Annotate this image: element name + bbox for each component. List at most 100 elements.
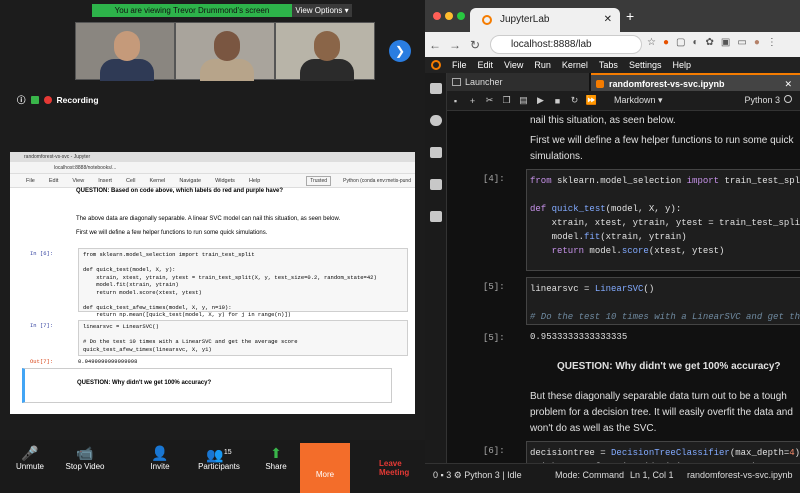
more-button[interactable]: More <box>300 443 350 493</box>
shared-code-cell-6[interactable]: from sklearn.model_selection import trai… <box>78 248 408 318</box>
extension-icon[interactable]: ● <box>663 37 669 48</box>
participants-button[interactable]: 👥15 Participants <box>192 440 246 493</box>
browser-tab-strip: JupyterLab ✕ + <box>425 0 800 32</box>
shared-menu-item: Widgets <box>215 178 235 184</box>
paste-icon[interactable]: ▤ <box>515 95 532 106</box>
shared-trusted-badge: Trusted <box>306 176 331 186</box>
mode-status: Mode: Command <box>555 470 625 480</box>
kernel-status: 0 ▪ 3 ⚙ Python 3 | Idle <box>433 470 522 480</box>
view-options-button[interactable]: View Options ▾ <box>292 4 352 17</box>
copy-icon[interactable]: ❐ <box>498 95 515 106</box>
wrench-icon[interactable] <box>430 179 442 190</box>
menu-file[interactable]: File <box>452 60 467 70</box>
shared-code-cell-7[interactable]: linearsvc = LinearSVC() # Do the test 10… <box>78 320 408 356</box>
tab-launcher[interactable]: Launcher <box>447 73 589 91</box>
cell-prompt-6: [6]: <box>483 446 505 456</box>
microphone-icon: 🎤 <box>21 445 39 461</box>
participant-video-3[interactable] <box>275 22 375 81</box>
zoom-control-bar: 🎤 Unmute 📹 Stop Video 👤 Invite 👥15 Participa… <box>0 440 425 493</box>
participants-icon: 👥15 <box>206 446 232 463</box>
stop-video-button[interactable]: 📹 Stop Video <box>60 440 110 493</box>
close-tab-icon[interactable]: ✕ <box>604 8 612 32</box>
menu-settings[interactable]: Settings <box>629 60 662 70</box>
maximize-window-icon[interactable] <box>457 12 465 20</box>
leave-meeting-button[interactable]: Leave Meeting <box>379 459 425 477</box>
shared-menu-item: Navigate <box>179 178 202 184</box>
invite-button[interactable]: 👤 Invite <box>140 440 180 493</box>
code-cell-5[interactable]: linearsvc = LinearSVC() # Do the test 10… <box>526 277 800 325</box>
shared-text-1: The above data are diagonally separable.… <box>76 216 341 222</box>
shared-out-prompt-7: Out[7]: <box>30 358 54 365</box>
shared-menu-item: Help <box>248 178 261 184</box>
info-icon[interactable]: ⓘ <box>17 94 26 106</box>
kernel-idle-icon <box>784 95 792 103</box>
extension-icon[interactable]: ▣ <box>721 37 730 48</box>
running-kernels-icon[interactable] <box>430 115 442 126</box>
minimize-window-icon[interactable] <box>445 12 453 20</box>
jupyter-logo-icon <box>431 60 441 70</box>
bookmark-star-icon[interactable]: ☆ <box>647 37 656 48</box>
save-icon[interactable]: ▪ <box>447 96 464 106</box>
markdown-text: But these diagonally separable data turn… <box>530 391 793 434</box>
back-icon[interactable]: ← <box>425 38 445 52</box>
forward-icon[interactable]: → <box>445 38 465 52</box>
menu-kebab-icon[interactable]: ⋮ <box>767 37 777 48</box>
shared-browser-tab: randomforest-vs-svc - Jupyter <box>10 152 415 162</box>
browser-tab-jupyterlab[interactable]: JupyterLab ✕ <box>470 8 620 32</box>
cell-prompt-4: [4]: <box>483 174 505 184</box>
tabs-icon[interactable] <box>430 211 442 222</box>
address-bar-row: ← → ↻ localhost:8888/lab ☆ ● ▢ ◐ ✿ ▣ ▭ ●… <box>425 32 800 57</box>
shared-menu-item: Cell <box>125 178 136 184</box>
invite-icon: 👤 <box>151 445 169 461</box>
menu-edit[interactable]: Edit <box>478 60 494 70</box>
unmute-button[interactable]: 🎤 Unmute <box>10 440 50 493</box>
recording-label: Recording <box>56 95 99 105</box>
notebook-toolbar: ▪ + ✂ ❐ ▤ ▶ ■ ↻ ⏩ Markdown ▾ Python 3 <box>447 91 800 111</box>
stop-icon[interactable]: ■ <box>549 96 566 106</box>
participant-video-2[interactable] <box>175 22 275 81</box>
markdown-text: First we will define a few helper functi… <box>530 135 794 162</box>
extension-icon[interactable]: ▢ <box>676 37 685 48</box>
menu-run[interactable]: Run <box>534 60 551 70</box>
shared-text-2: First we will define a few helper functi… <box>76 230 268 236</box>
cut-icon[interactable]: ✂ <box>481 95 498 106</box>
shared-output-7: 0.9499999999999998 <box>78 358 138 365</box>
tab-notebook[interactable]: randomforest-vs-svc.ipynb ✕ <box>591 73 800 91</box>
extension-icon[interactable]: ◐ <box>692 37 698 48</box>
next-page-arrow-icon[interactable]: ❯ <box>389 40 411 62</box>
share-screen-button[interactable]: ⬆ Share <box>256 440 296 493</box>
cell-type-select[interactable]: Markdown ▾ <box>614 95 663 106</box>
code-cell-6[interactable]: decisiontree = DecisionTreeClassifier(ma… <box>526 441 800 463</box>
extensions-area: ☆ ● ▢ ◐ ✿ ▣ ▭ ● ⋮ <box>647 37 777 48</box>
participant-video-1[interactable] <box>75 22 175 81</box>
extension-icon[interactable]: ✿ <box>706 37 714 48</box>
profile-avatar[interactable]: ● <box>754 37 760 48</box>
output-5: 0.9533333333333335 <box>530 332 628 342</box>
menu-help[interactable]: Help <box>672 60 691 70</box>
shared-question-1: QUESTION: Based on code above, which lab… <box>76 188 284 194</box>
kernel-indicator[interactable]: Python 3 <box>744 95 792 105</box>
shared-menu-item: View <box>72 178 85 184</box>
url-input[interactable]: localhost:8888/lab <box>490 35 642 54</box>
new-tab-icon[interactable]: + <box>626 8 634 24</box>
zoom-window: You are viewing Trevor Drummond's screen… <box>0 0 425 493</box>
menu-tabs[interactable]: Tabs <box>599 60 618 70</box>
reload-icon[interactable]: ↻ <box>465 38 485 52</box>
cast-icon[interactable]: ▭ <box>737 37 746 48</box>
palette-icon[interactable] <box>430 147 442 158</box>
menu-kernel[interactable]: Kernel <box>562 60 588 70</box>
code-cell-4[interactable]: from sklearn.model_selection import trai… <box>526 169 800 271</box>
fast-forward-icon[interactable]: ⏩ <box>583 95 600 106</box>
restart-icon[interactable]: ↻ <box>566 95 583 106</box>
run-icon[interactable]: ▶ <box>532 95 549 106</box>
folder-icon[interactable] <box>430 83 442 94</box>
jupyterlab-menu-bar: File Edit View Run Kernel Tabs Settings … <box>425 57 800 73</box>
shared-menu-item: Kernel <box>149 178 166 184</box>
shared-kernel-name: Python (conda env:metis-pund <box>343 178 411 184</box>
add-cell-icon[interactable]: + <box>464 96 481 106</box>
launcher-icon <box>452 78 461 86</box>
menu-view[interactable]: View <box>504 60 523 70</box>
close-window-icon[interactable] <box>433 12 441 20</box>
notebook-icon <box>596 80 604 88</box>
shared-question-2: QUESTION: Why didn't we get 100% accurac… <box>77 380 212 386</box>
